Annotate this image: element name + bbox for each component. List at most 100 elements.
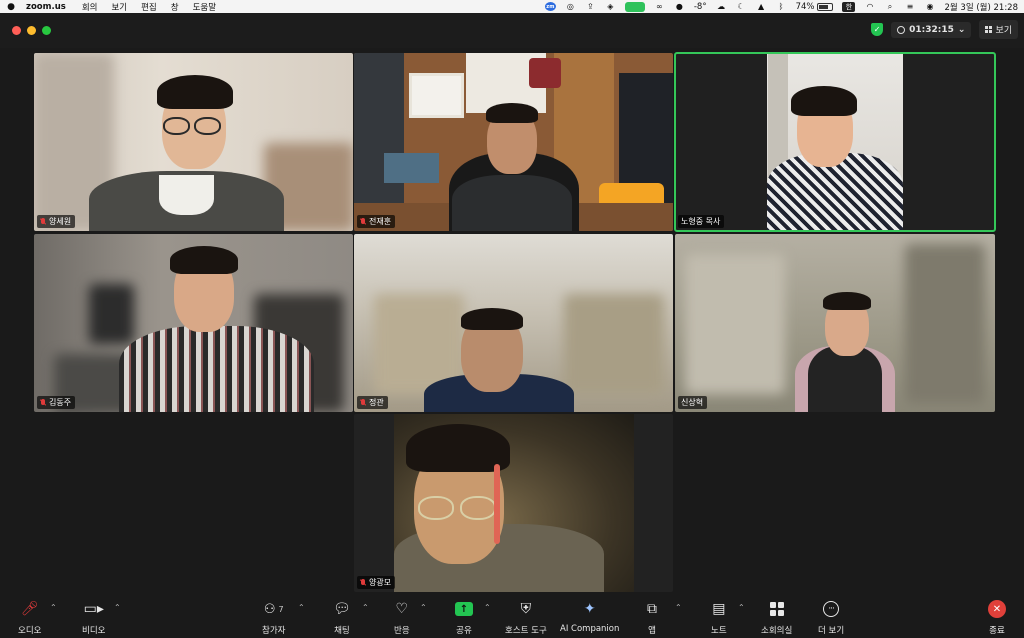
- participant-name-tag: 양광모: [357, 576, 396, 589]
- participants-icon: ⚇ 7: [263, 601, 284, 617]
- moon-icon[interactable]: ☾: [736, 2, 747, 11]
- menu-window[interactable]: 창: [171, 1, 179, 13]
- chat-options-chevron-icon[interactable]: ⌃: [362, 603, 369, 612]
- breakout-rooms-button[interactable]: 소회의실: [761, 599, 792, 636]
- menu-view[interactable]: 보기: [111, 1, 127, 13]
- audio-options-chevron-icon[interactable]: ⌃: [50, 603, 57, 612]
- fullscreen-window-button[interactable]: [42, 26, 51, 35]
- apple-icon[interactable]: ●: [6, 2, 16, 12]
- upload-icon[interactable]: ⇪: [585, 2, 596, 11]
- glasses-icon[interactable]: ∞: [654, 2, 665, 11]
- message-icon[interactable]: ●: [674, 2, 685, 11]
- hat-icon[interactable]: ▲: [756, 2, 767, 11]
- weather-temperature[interactable]: -8°: [694, 2, 707, 12]
- apps-icon: ⧉: [647, 601, 657, 617]
- muted-mic-icon: [360, 578, 366, 587]
- video-camera-icon: ▭▸: [83, 601, 104, 617]
- video-options-chevron-icon[interactable]: ⌃: [114, 603, 121, 612]
- close-window-button[interactable]: [12, 26, 21, 35]
- notes-icon: ▤: [712, 601, 726, 617]
- notes-options-chevron-icon[interactable]: ⌃: [738, 603, 745, 612]
- zoom-tray-icon[interactable]: zm: [544, 2, 556, 11]
- muted-microphone-icon: 🎤︎: [20, 601, 39, 617]
- apps-options-chevron-icon[interactable]: ⌃: [675, 603, 682, 612]
- control-center-icon[interactable]: ≡: [904, 2, 915, 11]
- video-tile-yang-gwangmo[interactable]: 양광모: [354, 414, 673, 592]
- heart-icon: ♡: [395, 601, 409, 617]
- host-tools-button[interactable]: ⛨ 호스트 도구: [505, 599, 547, 636]
- muted-mic-icon: [40, 217, 46, 226]
- video-tile-jeon-jaehoon[interactable]: 전재훈: [354, 53, 673, 231]
- muted-mic-icon: [360, 217, 366, 226]
- participant-name-tag: 전재훈: [357, 215, 396, 228]
- siri-icon[interactable]: ◉: [924, 2, 935, 11]
- bluetooth-icon[interactable]: ᛒ: [776, 2, 787, 11]
- share-options-chevron-icon[interactable]: ⌃: [484, 603, 491, 612]
- battery-percent: 74%: [795, 1, 815, 12]
- participant-name-tag: 김동주: [37, 396, 76, 409]
- video-tile-jeong-gwan[interactable]: 정관: [354, 234, 673, 412]
- participant-count: 7: [278, 604, 284, 614]
- chat-button[interactable]: 💬︎ 채팅: [333, 599, 351, 636]
- encryption-shield-icon[interactable]: ✓: [871, 23, 884, 36]
- muted-mic-icon: [40, 398, 46, 407]
- audio-button[interactable]: 🎤︎ 오디오: [18, 599, 41, 636]
- participant-name: 양광모: [369, 578, 392, 587]
- input-source[interactable]: 한: [842, 1, 856, 12]
- reactions-button[interactable]: ♡ 반응: [394, 599, 410, 636]
- mac-menubar: ● zoom.us 회의 보기 편집 창 도움말 zm ◎ ⇪ ◈ ∞ ● -8…: [0, 0, 1024, 13]
- reactions-options-chevron-icon[interactable]: ⌃: [420, 603, 427, 612]
- participant-name: 정관: [369, 398, 384, 407]
- apps-button[interactable]: ⧉ 앱: [647, 599, 657, 636]
- participants-button[interactable]: ⚇ 7 참가자: [262, 599, 285, 637]
- participant-name: 양세원: [49, 217, 72, 226]
- menubar-datetime[interactable]: 2월 3일 (월) 21:28: [944, 1, 1018, 13]
- creative-cloud-icon[interactable]: ◎: [565, 2, 576, 11]
- battery-fill: [819, 4, 829, 9]
- meeting-timer[interactable]: 01:32:15 ⌄: [891, 21, 972, 38]
- meeting-toolbar: 🎤︎ 오디오 ⌃ ▭▸ 비디오 ⌃ ⚇ 7 참가자 ⌃ 💬︎ 채팅 ⌃ ♡ 반응 …: [0, 595, 1024, 638]
- participants-options-chevron-icon[interactable]: ⌃: [298, 603, 305, 612]
- camera-in-use-icon[interactable]: [624, 1, 645, 12]
- video-tile-yang-sewon[interactable]: 양세원: [34, 53, 353, 231]
- participant-name-tag: 양세원: [37, 215, 76, 228]
- share-screen-icon: ↑: [455, 599, 473, 619]
- search-icon[interactable]: ⌕: [884, 2, 895, 11]
- chevron-down-icon: ⌄: [957, 24, 966, 35]
- participant-name-tag: 신상혁: [678, 396, 708, 409]
- battery-status[interactable]: 74%: [796, 2, 834, 12]
- wifi-icon[interactable]: ◠: [864, 2, 875, 11]
- battery-icon: [817, 2, 834, 11]
- participant-name-tag: 정관: [357, 396, 388, 409]
- menu-help[interactable]: 도움말: [193, 1, 216, 13]
- menu-meeting[interactable]: 회의: [82, 1, 98, 13]
- view-button[interactable]: 보기: [979, 20, 1018, 39]
- view-label: 보기: [995, 26, 1012, 36]
- sparkle-icon: ✦: [583, 601, 596, 617]
- more-dots-icon: ···: [823, 599, 840, 619]
- participant-name: 전재훈: [369, 217, 392, 226]
- dropbox-icon[interactable]: ◈: [605, 2, 616, 11]
- weather-icon: ☁: [717, 2, 726, 11]
- chat-bubble-icon: 💬︎: [333, 601, 351, 617]
- video-button[interactable]: ▭▸ 비디오: [82, 599, 105, 636]
- view-grid-icon: [985, 26, 993, 33]
- end-call-icon: ✕: [988, 599, 1006, 619]
- video-tile-shin-sanghyuk[interactable]: 신상혁: [675, 234, 995, 412]
- window-titlebar: ✓ 01:32:15 ⌄ 보기: [0, 13, 1024, 48]
- breakout-rooms-icon: [769, 599, 784, 619]
- ai-companion-button[interactable]: ✦ AI Companion: [560, 599, 619, 634]
- app-menu[interactable]: zoom.us: [26, 2, 66, 12]
- participant-name-tag: 노형중 목사: [678, 215, 725, 228]
- minimize-window-button[interactable]: [27, 26, 36, 35]
- share-button[interactable]: ↑ 공유: [455, 599, 473, 636]
- meeting-duration: 01:32:15: [909, 24, 954, 35]
- video-tile-kim-dongju[interactable]: 김동주: [34, 234, 353, 412]
- muted-mic-icon: [360, 398, 366, 407]
- notes-button[interactable]: ▤ 노트: [711, 599, 727, 636]
- participant-name: 김동주: [49, 398, 72, 407]
- video-tile-noh-hyungjung[interactable]: 노형중 목사: [675, 53, 995, 231]
- menu-edit[interactable]: 편집: [141, 1, 157, 13]
- more-button[interactable]: ··· 더 보기: [818, 599, 844, 636]
- end-meeting-button[interactable]: ✕ 종료: [988, 599, 1006, 636]
